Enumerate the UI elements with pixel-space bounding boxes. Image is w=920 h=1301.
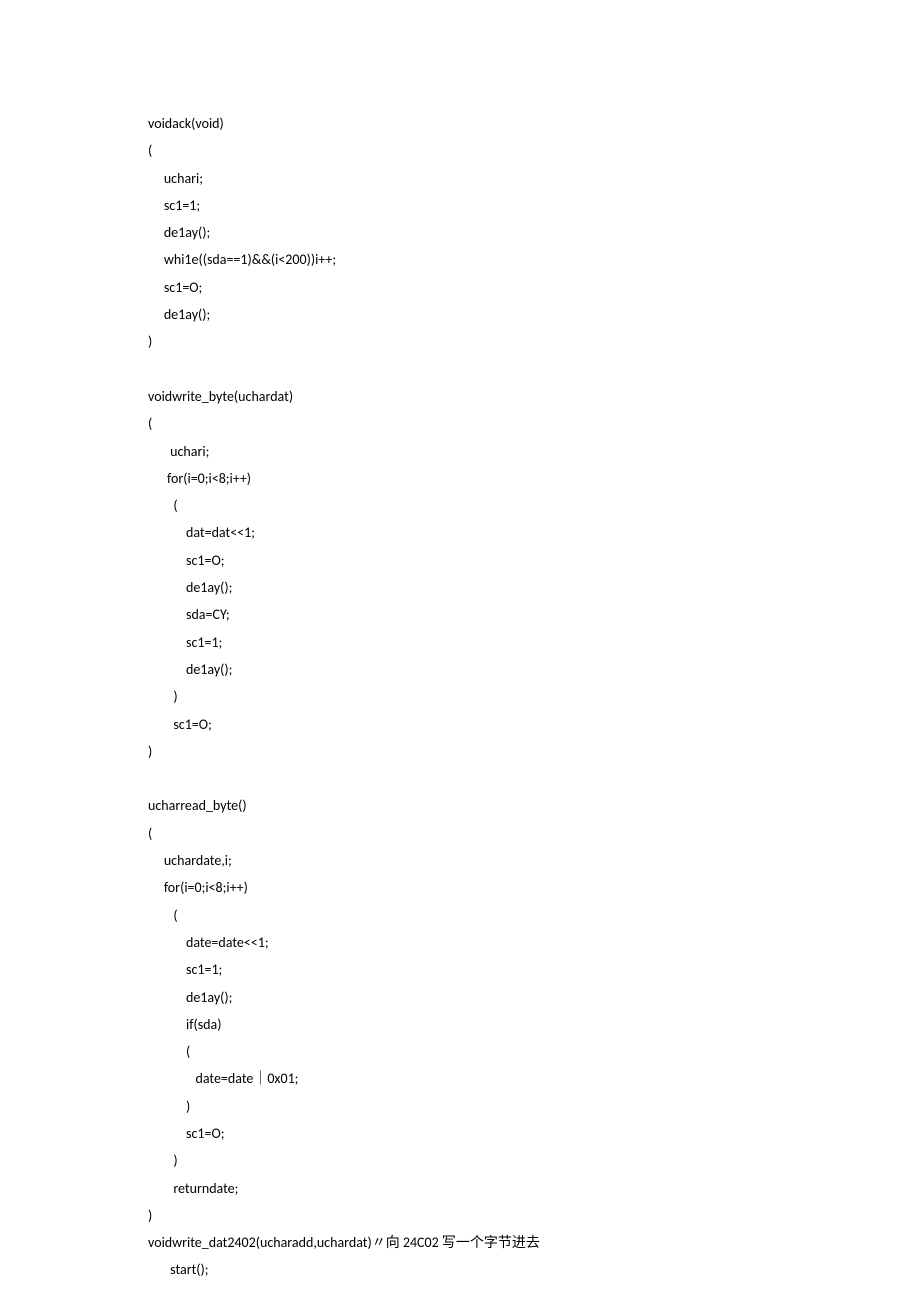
code-line: if(sda) <box>148 1011 920 1038</box>
code-line: ( <box>148 1038 920 1065</box>
code-line: uchari; <box>148 438 920 465</box>
code-line: returndate; <box>148 1175 920 1202</box>
code-line: for(i=0;i<8;i++) <box>148 465 920 492</box>
code-line: ( <box>148 137 920 164</box>
code-line: uchardate,i; <box>148 847 920 874</box>
code-line: uchari; <box>148 165 920 192</box>
code-line: ( <box>148 902 920 929</box>
code-line: ucharread_byte() <box>148 792 920 819</box>
code-line: voidwrite_dat2402(ucharadd,uchardat)〃向 2… <box>148 1229 920 1256</box>
code-line: ) <box>148 1202 920 1229</box>
code-line: sc1=1; <box>148 956 920 983</box>
code-line: for(i=0;i<8;i++) <box>148 874 920 901</box>
code-line: ) <box>148 738 920 765</box>
code-line: ( <box>148 410 920 437</box>
code-line: sc1=O; <box>148 274 920 301</box>
code-line: de1ay(); <box>148 219 920 246</box>
code-line: sc1=1; <box>148 192 920 219</box>
code-line: ) <box>148 683 920 710</box>
code-line: date=date｜0x01; <box>148 1065 920 1092</box>
code-line: voidack(void) <box>148 110 920 137</box>
code-line: de1ay(); <box>148 301 920 328</box>
code-document: voidack(void)( uchari; sc1=1; de1ay(); w… <box>0 0 920 1284</box>
code-line <box>148 765 920 792</box>
code-line: de1ay(); <box>148 984 920 1011</box>
code-line: sc1=O; <box>148 711 920 738</box>
code-line: sc1=1; <box>148 629 920 656</box>
code-line: de1ay(); <box>148 574 920 601</box>
code-line: date=date<<1; <box>148 929 920 956</box>
code-line: sc1=O; <box>148 1120 920 1147</box>
code-line: ( <box>148 820 920 847</box>
code-line: voidwrite_byte(uchardat) <box>148 383 920 410</box>
code-line: ) <box>148 328 920 355</box>
code-line: start(); <box>148 1256 920 1283</box>
code-line: ) <box>148 1147 920 1174</box>
code-line: ( <box>148 492 920 519</box>
code-line: de1ay(); <box>148 656 920 683</box>
code-line: whi1e((sda==1)&&(i<200))i++; <box>148 246 920 273</box>
code-line: dat=dat<<1; <box>148 519 920 546</box>
code-line <box>148 356 920 383</box>
code-line: sda=CY; <box>148 601 920 628</box>
code-line: sc1=O; <box>148 547 920 574</box>
code-line: ) <box>148 1093 920 1120</box>
